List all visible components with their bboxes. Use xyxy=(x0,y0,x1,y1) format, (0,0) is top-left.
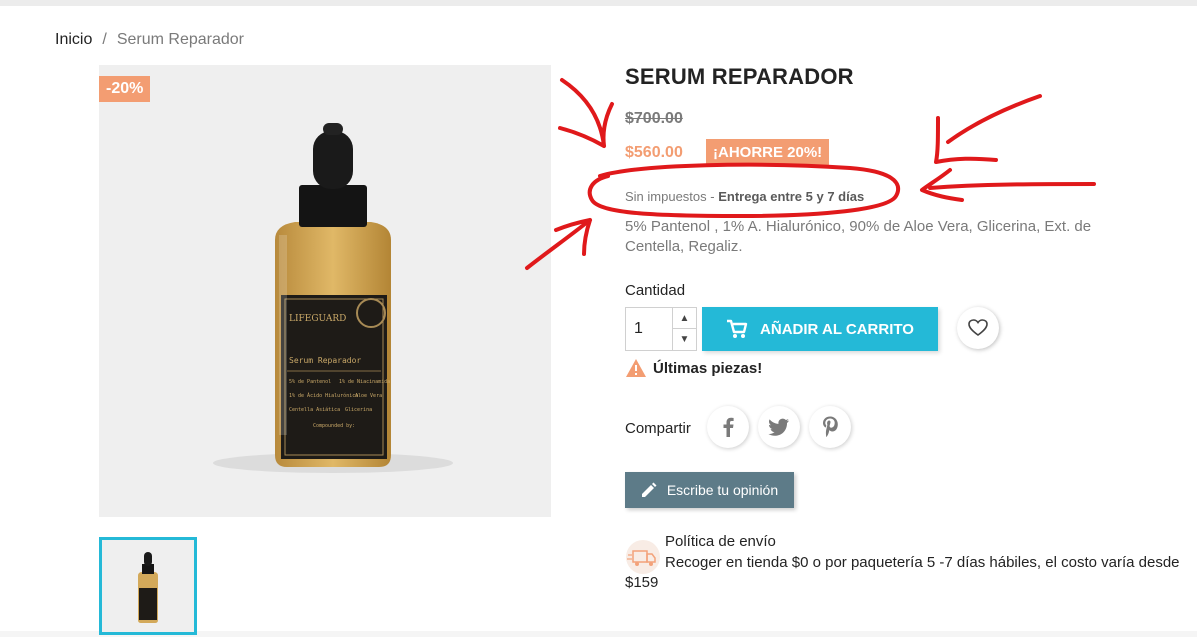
twitter-icon xyxy=(768,418,789,436)
bottle-line-4: Aloe Vera xyxy=(355,393,382,399)
shipping-policy-text: Recoger en tienda $0 o por paquetería 5 … xyxy=(625,554,1180,591)
write-review-button[interactable]: Escribe tu opinión xyxy=(625,472,794,508)
cart-icon xyxy=(727,319,748,338)
wishlist-button[interactable] xyxy=(957,307,999,349)
bottle-line-2: 1% de Niacinamida xyxy=(339,379,390,385)
bottle-name-text: Serum Reparador xyxy=(289,356,361,365)
write-review-label: Escribe tu opinión xyxy=(666,482,779,498)
product-thumbnail[interactable] xyxy=(99,537,197,635)
current-price: $560.00 xyxy=(625,144,683,161)
bottle-line-1: 5% de Pantenol xyxy=(289,379,331,385)
share-twitter-button[interactable] xyxy=(758,406,800,448)
thumbnail-bottle-image xyxy=(138,552,158,623)
stock-notice-text: Últimas piezas! xyxy=(653,359,763,377)
product-main-image[interactable]: LIFEGUARD Serum Reparador 5% de Pantenol… xyxy=(99,65,551,517)
quantity-decrease-button[interactable]: ▼ xyxy=(673,329,696,350)
share-facebook-button[interactable] xyxy=(707,406,749,448)
tax-separator: - xyxy=(706,189,719,204)
facebook-icon xyxy=(723,417,734,437)
breadcrumb: Inicio / Serum Reparador xyxy=(55,31,244,49)
serum-bottle-image: LIFEGUARD Serum Reparador 5% de Pantenol… xyxy=(213,123,453,473)
product-short-description: 5% Pantenol , 1% A. Hialurónico, 90% de … xyxy=(625,218,1092,255)
pencil-icon xyxy=(641,482,657,497)
shipping-policy-title: Política de envío xyxy=(665,533,776,550)
tax-delivery-info: Sin impuestos - Entrega entre 5 y 7 días xyxy=(625,189,864,204)
add-to-cart-label: AÑADIR AL CARRITO xyxy=(760,320,914,338)
quantity-buttons: ▲ ▼ xyxy=(672,308,696,350)
breadcrumb-current: Serum Reparador xyxy=(116,31,244,48)
quantity-stepper: 1 ▲ ▼ xyxy=(625,307,697,351)
quantity-increase-button[interactable]: ▲ xyxy=(673,308,696,329)
quantity-label: Cantidad xyxy=(625,282,686,299)
discount-flag: -20% xyxy=(99,76,151,102)
breadcrumb-separator: / xyxy=(102,31,107,48)
bottle-line-3: 1% de Ácido Hialurónico xyxy=(289,392,358,399)
share-label: Compartir xyxy=(625,420,691,437)
breadcrumb-home[interactable]: Inicio xyxy=(55,31,92,49)
add-to-cart-button[interactable]: AÑADIR AL CARRITO xyxy=(702,307,938,351)
bottle-line-5: Centella Asiática xyxy=(289,406,340,413)
save-badge: ¡AHORRE 20%! xyxy=(706,139,830,166)
bottle-brand-text: LIFEGUARD xyxy=(289,314,346,324)
share-pinterest-button[interactable] xyxy=(809,406,851,448)
chevron-down-icon: ▼ xyxy=(679,334,690,345)
bottle-line-7: Compounded by: xyxy=(313,423,355,429)
warning-icon xyxy=(626,359,646,377)
product-page: Inicio / Serum Reparador LIFEGUARD Serum… xyxy=(0,6,1197,635)
delivery-time: Entrega entre 5 y 7 días xyxy=(718,189,865,204)
quantity-input[interactable]: 1 xyxy=(634,320,643,338)
heart-icon xyxy=(968,319,988,336)
chevron-up-icon: ▲ xyxy=(679,312,690,324)
bottle-line-6: Glicerina xyxy=(345,407,372,413)
tax-label: Sin impuestos xyxy=(625,189,707,204)
stock-notice: Últimas piezas! xyxy=(625,358,762,378)
product-title: SERUM REPARADOR xyxy=(625,64,854,89)
pinterest-icon xyxy=(823,416,838,437)
regular-price: $700.00 xyxy=(625,110,683,127)
